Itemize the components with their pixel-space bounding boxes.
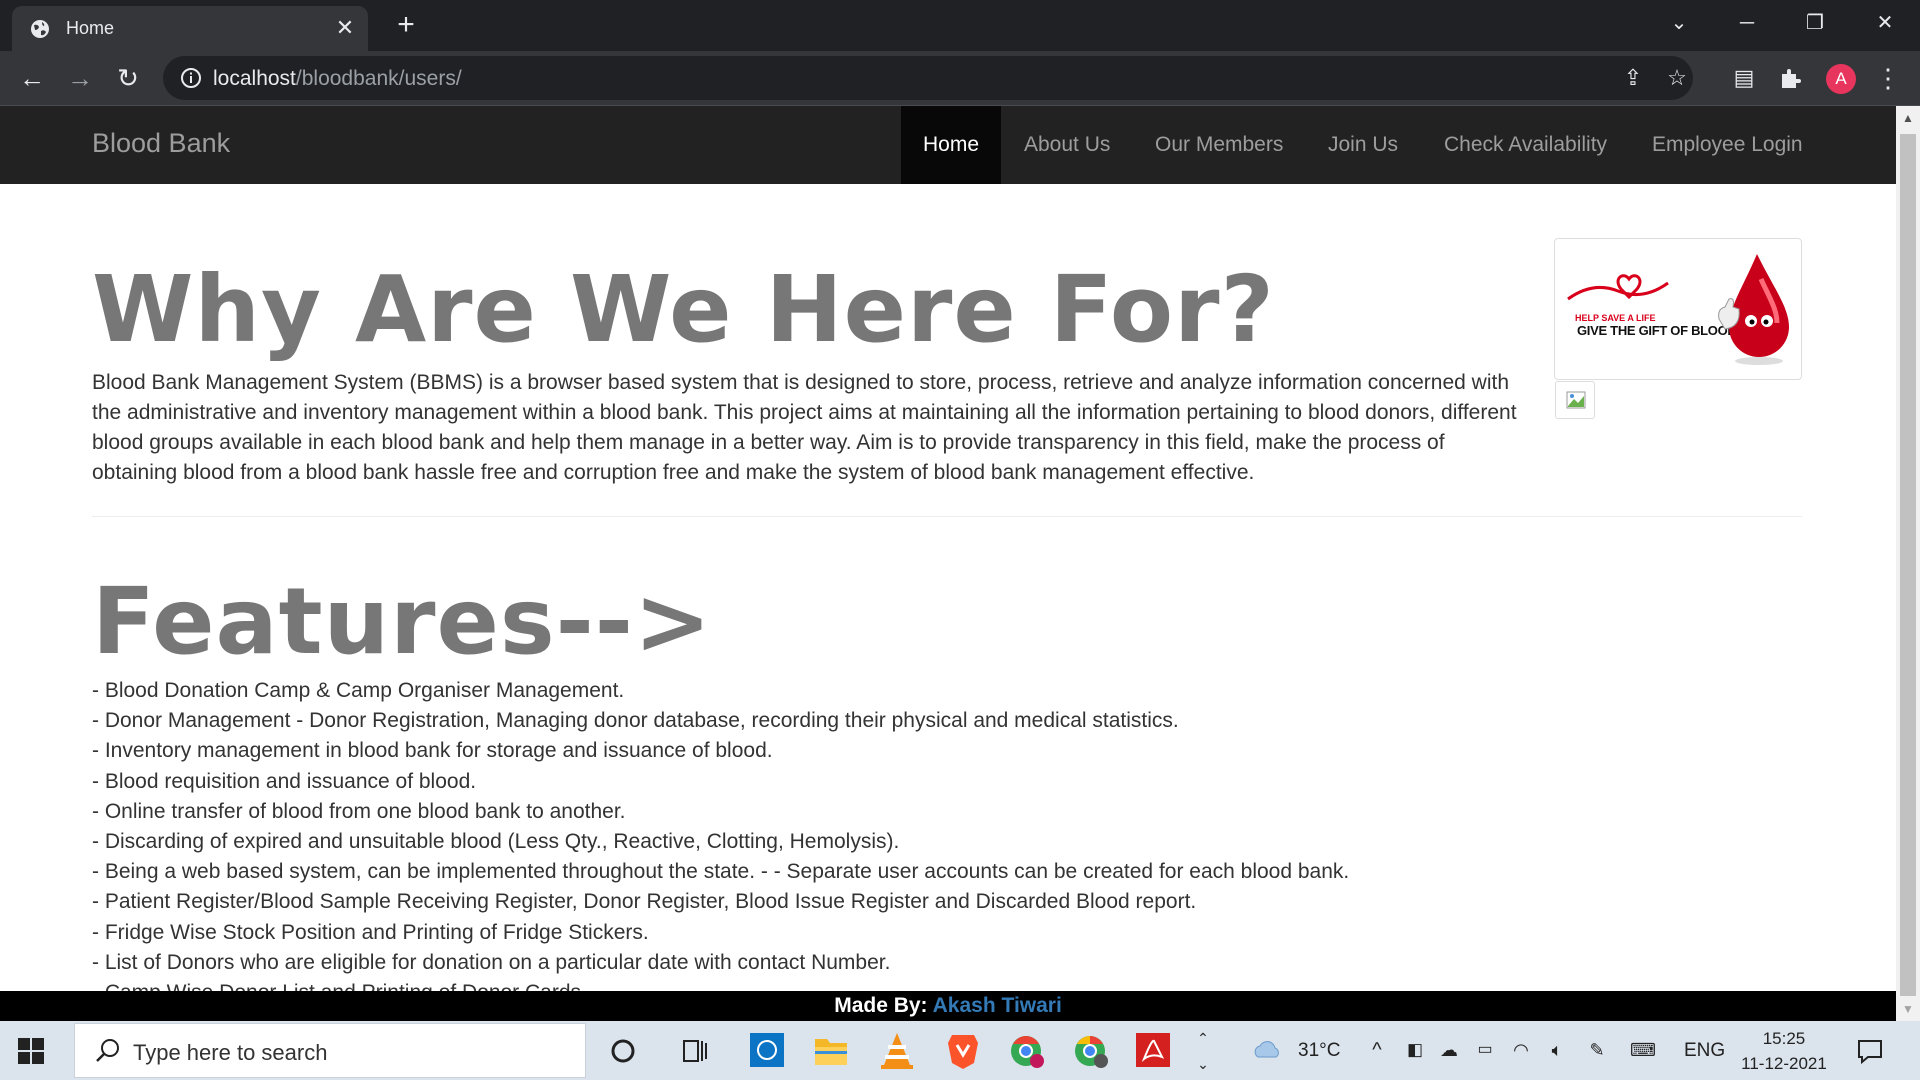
extensions-puzzle-icon[interactable] [1778, 66, 1802, 90]
features-heading: Features--> [92, 568, 713, 675]
feature-item: - Being a web based system, can be imple… [92, 860, 1350, 884]
banner-tagline: HELP SAVE A LIFE [1575, 313, 1656, 323]
scroll-down-chevron-icon[interactable]: ⌄ [1190, 1051, 1216, 1077]
chrome-icon[interactable] [1068, 1029, 1114, 1073]
url-text[interactable]: localhost/bloodbank/users/ [213, 67, 462, 91]
menu-kebab-icon[interactable]: ⋮ [1872, 62, 1904, 94]
scroll-down-arrow-icon[interactable]: ▼ [1896, 997, 1920, 1021]
feature-item: - Blood Donation Camp & Camp Organiser M… [92, 679, 625, 702]
heart-ribbon-icon [1567, 274, 1669, 301]
task-view-icon[interactable] [672, 1029, 718, 1073]
clock-date: 11-12-2021 [1741, 1054, 1827, 1073]
page-viewport: Blood Bank Home About Us Our Members Joi… [0, 106, 1896, 991]
meet-now-icon[interactable]: ◧ [1402, 1037, 1428, 1063]
nav-employee-login[interactable]: Employee Login [1652, 106, 1803, 184]
close-tab-icon[interactable]: ✕ [332, 15, 358, 41]
battery-icon[interactable]: ▭ [1472, 1037, 1498, 1063]
vlc-icon[interactable] [874, 1029, 920, 1073]
navbar-brand[interactable]: Blood Bank [92, 128, 230, 159]
footer-author-link[interactable]: Akash Tiwari [933, 994, 1062, 1017]
feature-item: - Donor Management - Donor Registration,… [92, 709, 1179, 733]
adobe-acrobat-icon[interactable] [1130, 1029, 1176, 1073]
taskbar-clock[interactable]: 15:25 11-12-2021 [1736, 1026, 1832, 1076]
site-navbar: Blood Bank Home About Us Our Members Joi… [0, 106, 1896, 184]
new-tab-button[interactable]: + [390, 9, 422, 41]
share-icon[interactable]: ⇪ [1619, 64, 1647, 92]
notification-center-icon[interactable] [1856, 1037, 1884, 1065]
nav-join-us[interactable]: Join Us [1328, 106, 1398, 184]
tab-strip: Home ✕ + ⌄ ─ ❐ ✕ [0, 0, 1920, 51]
broken-image-icon [1566, 391, 1586, 409]
made-by-footer: Made By: Akash Tiwari [0, 991, 1896, 1021]
windows-start-icon[interactable] [18, 1038, 44, 1064]
page-scrollbar[interactable]: ▲ ▼ [1896, 106, 1920, 1021]
cortana-icon[interactable] [600, 1029, 646, 1073]
feature-item: - Fridge Wise Stock Position and Printin… [92, 920, 649, 944]
clock-time: 15:25 [1762, 1029, 1806, 1048]
restore-button[interactable]: ❐ [1792, 6, 1838, 40]
search-placeholder: Type here to search [133, 1040, 328, 1065]
feature-item: - Camp Wise Donor List and Printing of D… [92, 978, 1792, 991]
globe-icon [31, 20, 49, 38]
reading-list-icon[interactable]: ▤ [1728, 62, 1760, 94]
intro-heading: Why Are We Here For? [92, 256, 1275, 363]
onedrive-cloud-icon[interactable]: ☁ [1436, 1037, 1462, 1063]
dell-app-icon[interactable] [744, 1029, 790, 1073]
file-explorer-icon[interactable] [808, 1029, 854, 1073]
weather-temperature[interactable]: 31°C [1298, 1021, 1340, 1080]
scroll-up-arrow-icon[interactable]: ▲ [1896, 106, 1920, 130]
nav-about-us[interactable]: About Us [1024, 106, 1110, 184]
back-icon[interactable]: ← [16, 62, 48, 94]
reload-icon[interactable]: ↻ [112, 62, 144, 94]
tab-search-icon[interactable]: ⌄ [1656, 6, 1702, 40]
banner-headline: GIVE THE GIFT OF BLOOD [1577, 323, 1737, 338]
pen-icon[interactable]: ✎ [1584, 1037, 1610, 1063]
scroll-thumb[interactable] [1900, 134, 1916, 996]
browser-tab[interactable]: Home ✕ [12, 6, 368, 51]
broken-image-placeholder [1555, 381, 1595, 419]
nav-home[interactable]: Home [901, 106, 1001, 184]
profile-avatar[interactable]: A [1826, 64, 1856, 94]
intro-paragraph: Blood Bank Management System (BBMS) is a… [92, 371, 1517, 484]
volume-icon[interactable]: 🔈︎ [1544, 1037, 1570, 1063]
keyboard-icon[interactable]: ⌨ [1630, 1037, 1656, 1063]
scroll-up-chevron-icon[interactable]: ⌃ [1190, 1025, 1216, 1051]
windows-taskbar: Type here to search ⌃ ⌄ 31°C ^ ◧ ☁ ▭ ◠ 🔈… [0, 1021, 1920, 1080]
brave-browser-icon[interactable] [940, 1029, 986, 1073]
feature-item: - List of Donors who are eligible for do… [92, 950, 891, 974]
feature-item: - Patient Register/Blood Sample Receivin… [92, 890, 1197, 914]
hidden-icons-chevron-icon[interactable]: ^ [1364, 1037, 1390, 1063]
chrome-profile-icon[interactable] [1004, 1029, 1050, 1073]
minimize-button[interactable]: ─ [1724, 6, 1770, 40]
blood-donation-banner: HELP SAVE A LIFE GIVE THE GIFT OF BLOOD [1554, 238, 1802, 380]
features-list: - Blood Donation Camp & Camp Organiser M… [92, 676, 1792, 991]
taskbar-search-box[interactable]: Type here to search [74, 1023, 586, 1078]
info-icon[interactable] [179, 66, 203, 90]
nav-our-members[interactable]: Our Members [1155, 106, 1283, 184]
language-indicator[interactable]: ENG [1684, 1021, 1725, 1080]
footer-prefix: Made By: [834, 994, 928, 1017]
feature-item: - Online transfer of blood from one bloo… [92, 799, 626, 823]
feature-item: - Blood requisition and issuance of bloo… [92, 769, 477, 793]
close-window-button[interactable]: ✕ [1862, 6, 1908, 40]
browser-toolbar: ← → ↻ localhost/bloodbank/users/ ⇪ ☆ ▤ A… [0, 51, 1920, 105]
bookmark-star-icon[interactable]: ☆ [1663, 64, 1691, 92]
section-divider [92, 516, 1802, 517]
weather-cloud-icon[interactable] [1252, 1037, 1282, 1063]
blood-drop-mascot-icon [1718, 254, 1789, 365]
feature-item: - Discarding of expired and unsuitable b… [92, 830, 900, 854]
feature-item: - Inventory management in blood bank for… [92, 739, 773, 763]
forward-icon[interactable]: → [64, 62, 96, 94]
address-bar[interactable]: localhost/bloodbank/users/ ⇪ ☆ [163, 56, 1693, 100]
wifi-icon[interactable]: ◠ [1508, 1037, 1534, 1063]
tab-title: Home [66, 18, 115, 38]
nav-check-availability[interactable]: Check Availability [1444, 106, 1607, 184]
search-icon [96, 1039, 119, 1062]
